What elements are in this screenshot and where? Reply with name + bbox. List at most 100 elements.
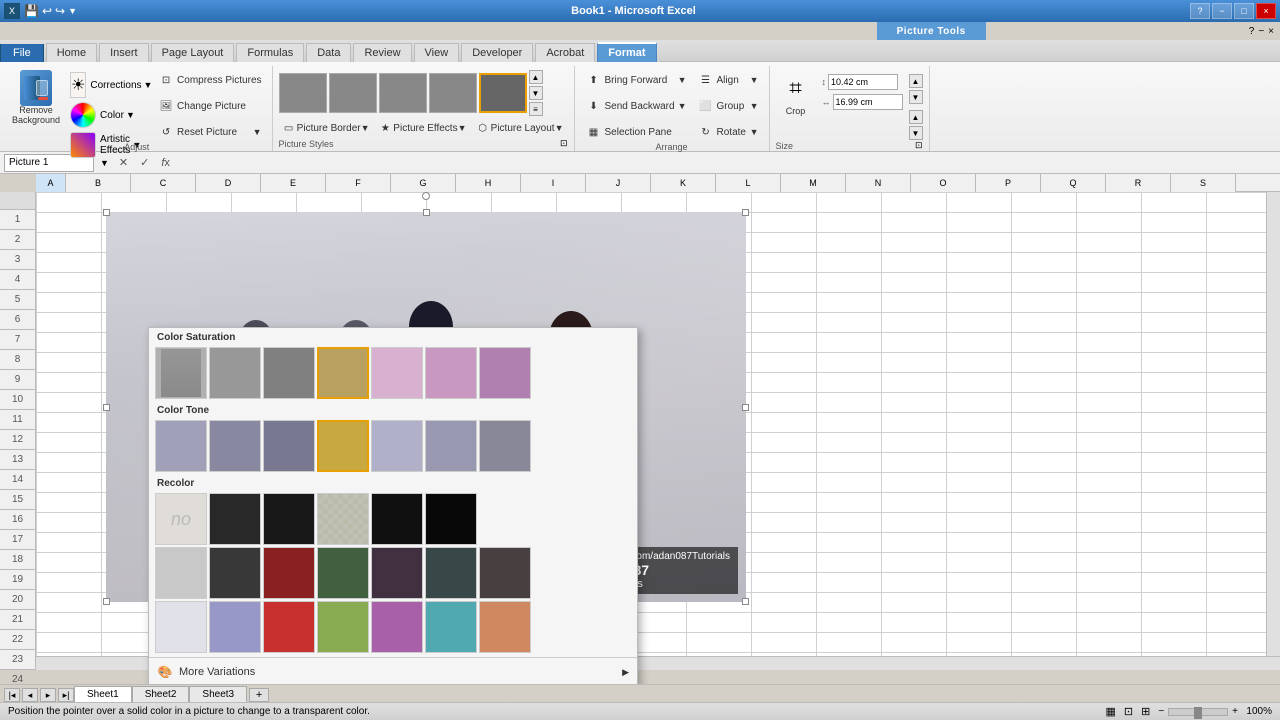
col-header-d[interactable]: D [196, 174, 261, 192]
tab-insert[interactable]: Insert [99, 43, 149, 62]
minimize-button[interactable]: − [1212, 3, 1232, 19]
row-9[interactable]: 9 [0, 370, 35, 390]
picture-styles-expand[interactable]: ⊡ [560, 138, 568, 149]
col-header-r[interactable]: R [1106, 174, 1171, 192]
group-button[interactable]: ⬜ Group ▼ [693, 96, 763, 116]
col-header-b[interactable]: B [66, 174, 131, 192]
col-header-p[interactable]: P [976, 174, 1041, 192]
col-header-j[interactable]: J [586, 174, 651, 192]
rec-swatch-r2-2[interactable] [263, 547, 315, 599]
sat-swatch-1[interactable] [209, 347, 261, 399]
tone-swatch-4[interactable] [371, 420, 423, 472]
selection-pane-button[interactable]: ▦ Selection Pane [581, 122, 691, 142]
close-ribbon-btn[interactable]: × [1268, 26, 1274, 37]
sat-swatch-2[interactable] [263, 347, 315, 399]
effects-arrow[interactable]: ▼ [458, 123, 467, 133]
rec-swatch-2[interactable] [263, 493, 315, 545]
vertical-scrollbar[interactable] [1266, 192, 1280, 656]
rec-swatch-r3-6[interactable] [479, 601, 531, 653]
handle-tr[interactable] [742, 209, 749, 216]
color-button[interactable]: Color ▼ [66, 100, 151, 130]
col-header-h[interactable]: H [456, 174, 521, 192]
rec-swatch-r2-1[interactable] [209, 547, 261, 599]
rec-swatch-4[interactable] [371, 493, 423, 545]
rec-swatch-1[interactable] [209, 493, 261, 545]
tone-swatch-6[interactable] [479, 420, 531, 472]
corrections-button[interactable]: ☀ Corrections ▼ [66, 70, 151, 100]
picture-layout-button[interactable]: ⬡ Picture Layout ▼ [473, 118, 568, 138]
col-header-e[interactable]: E [261, 174, 326, 192]
style-scroll-up[interactable]: ▲ [529, 70, 543, 84]
restore-button[interactable]: □ [1234, 3, 1254, 19]
col-header-c[interactable]: C [131, 174, 196, 192]
align-arrow[interactable]: ▼ [750, 75, 759, 85]
sat-swatch-3-active[interactable] [317, 347, 369, 399]
height-down-btn[interactable]: ▼ [909, 90, 923, 104]
row-17[interactable]: 17 [0, 530, 35, 550]
row-1[interactable]: 1 [0, 210, 35, 230]
col-header-g[interactable]: G [391, 174, 456, 192]
rec-swatch-5[interactable] [425, 493, 477, 545]
rec-swatch-r2-4[interactable] [371, 547, 423, 599]
tone-swatch-3-active[interactable] [317, 420, 369, 472]
width-up-btn[interactable]: ▲ [909, 110, 923, 124]
rec-swatch-0[interactable]: no [155, 493, 207, 545]
rec-swatch-r2-0[interactable] [155, 547, 207, 599]
tone-swatch-0[interactable] [155, 420, 207, 472]
close-button[interactable]: × [1256, 3, 1276, 19]
bring-forward-button[interactable]: ⬆ Bring Forward ▼ [581, 70, 691, 90]
style-scroll-down[interactable]: ▼ [529, 86, 543, 100]
row-16[interactable]: 16 [0, 510, 35, 530]
col-header-k[interactable]: K [651, 174, 716, 192]
zoom-minus-btn[interactable]: − [1158, 706, 1164, 717]
row-11[interactable]: 11 [0, 410, 35, 430]
change-picture-button[interactable]: 🖼 Change Picture [153, 96, 265, 116]
rotate-handle[interactable] [422, 192, 430, 200]
view-normal-btn[interactable]: ▦ [1105, 705, 1115, 718]
row-23[interactable]: 23 [0, 650, 35, 670]
crop-button[interactable]: ⌗ Crop [776, 70, 816, 119]
col-header-f[interactable]: F [326, 174, 391, 192]
height-up-btn[interactable]: ▲ [909, 74, 923, 88]
rec-swatch-r3-3[interactable] [317, 601, 369, 653]
send-backward-arrow[interactable]: ▼ [678, 101, 687, 111]
reset-arrow[interactable]: ▼ [253, 127, 262, 137]
sat-swatch-6[interactable] [479, 347, 531, 399]
row-20[interactable]: 20 [0, 590, 35, 610]
redo-icon[interactable]: ↪ [55, 4, 65, 18]
col-header-i[interactable]: I [521, 174, 586, 192]
compress-pictures-button[interactable]: ⊡ Compress Pictures [153, 70, 265, 90]
group-arrow[interactable]: ▼ [750, 101, 759, 111]
handle-bl[interactable] [103, 598, 110, 605]
row-10[interactable]: 10 [0, 390, 35, 410]
width-input[interactable] [833, 94, 903, 110]
row-14[interactable]: 14 [0, 470, 35, 490]
rec-swatch-r2-5[interactable] [425, 547, 477, 599]
layout-arrow[interactable]: ▼ [555, 123, 564, 133]
style-thumb-active[interactable] [479, 73, 527, 113]
tab-home[interactable]: Home [46, 43, 97, 62]
tab-developer[interactable]: Developer [461, 43, 533, 62]
picture-border-button[interactable]: ▭ Picture Border ▼ [279, 118, 374, 138]
rec-swatch-3-transparent[interactable] [317, 493, 369, 545]
view-break-btn[interactable]: ⊞ [1141, 705, 1150, 718]
col-header-s[interactable]: S [1171, 174, 1236, 192]
handle-mr[interactable] [742, 404, 749, 411]
row-13[interactable]: 13 [0, 450, 35, 470]
row-19[interactable]: 19 [0, 570, 35, 590]
align-button[interactable]: ☰ Align ▼ [693, 70, 763, 90]
sat-swatch-5[interactable] [425, 347, 477, 399]
reset-picture-button[interactable]: ↺ Reset Picture ▼ [153, 122, 265, 142]
width-down-btn[interactable]: ▼ [909, 126, 923, 140]
tab-review[interactable]: Review [353, 43, 411, 62]
col-header-a[interactable]: A [36, 174, 66, 192]
rotate-button[interactable]: ↻ Rotate ▼ [693, 122, 763, 142]
rec-swatch-r3-1[interactable] [209, 601, 261, 653]
sheet-nav-prev[interactable]: ◂ [22, 688, 38, 702]
rec-swatch-r3-0[interactable] [155, 601, 207, 653]
dropdown-icon[interactable]: ▼ [68, 6, 77, 16]
col-header-q[interactable]: Q [1041, 174, 1106, 192]
row-21[interactable]: 21 [0, 610, 35, 630]
save-icon[interactable]: 💾 [24, 4, 39, 18]
row-24[interactable]: 24 [0, 670, 35, 684]
